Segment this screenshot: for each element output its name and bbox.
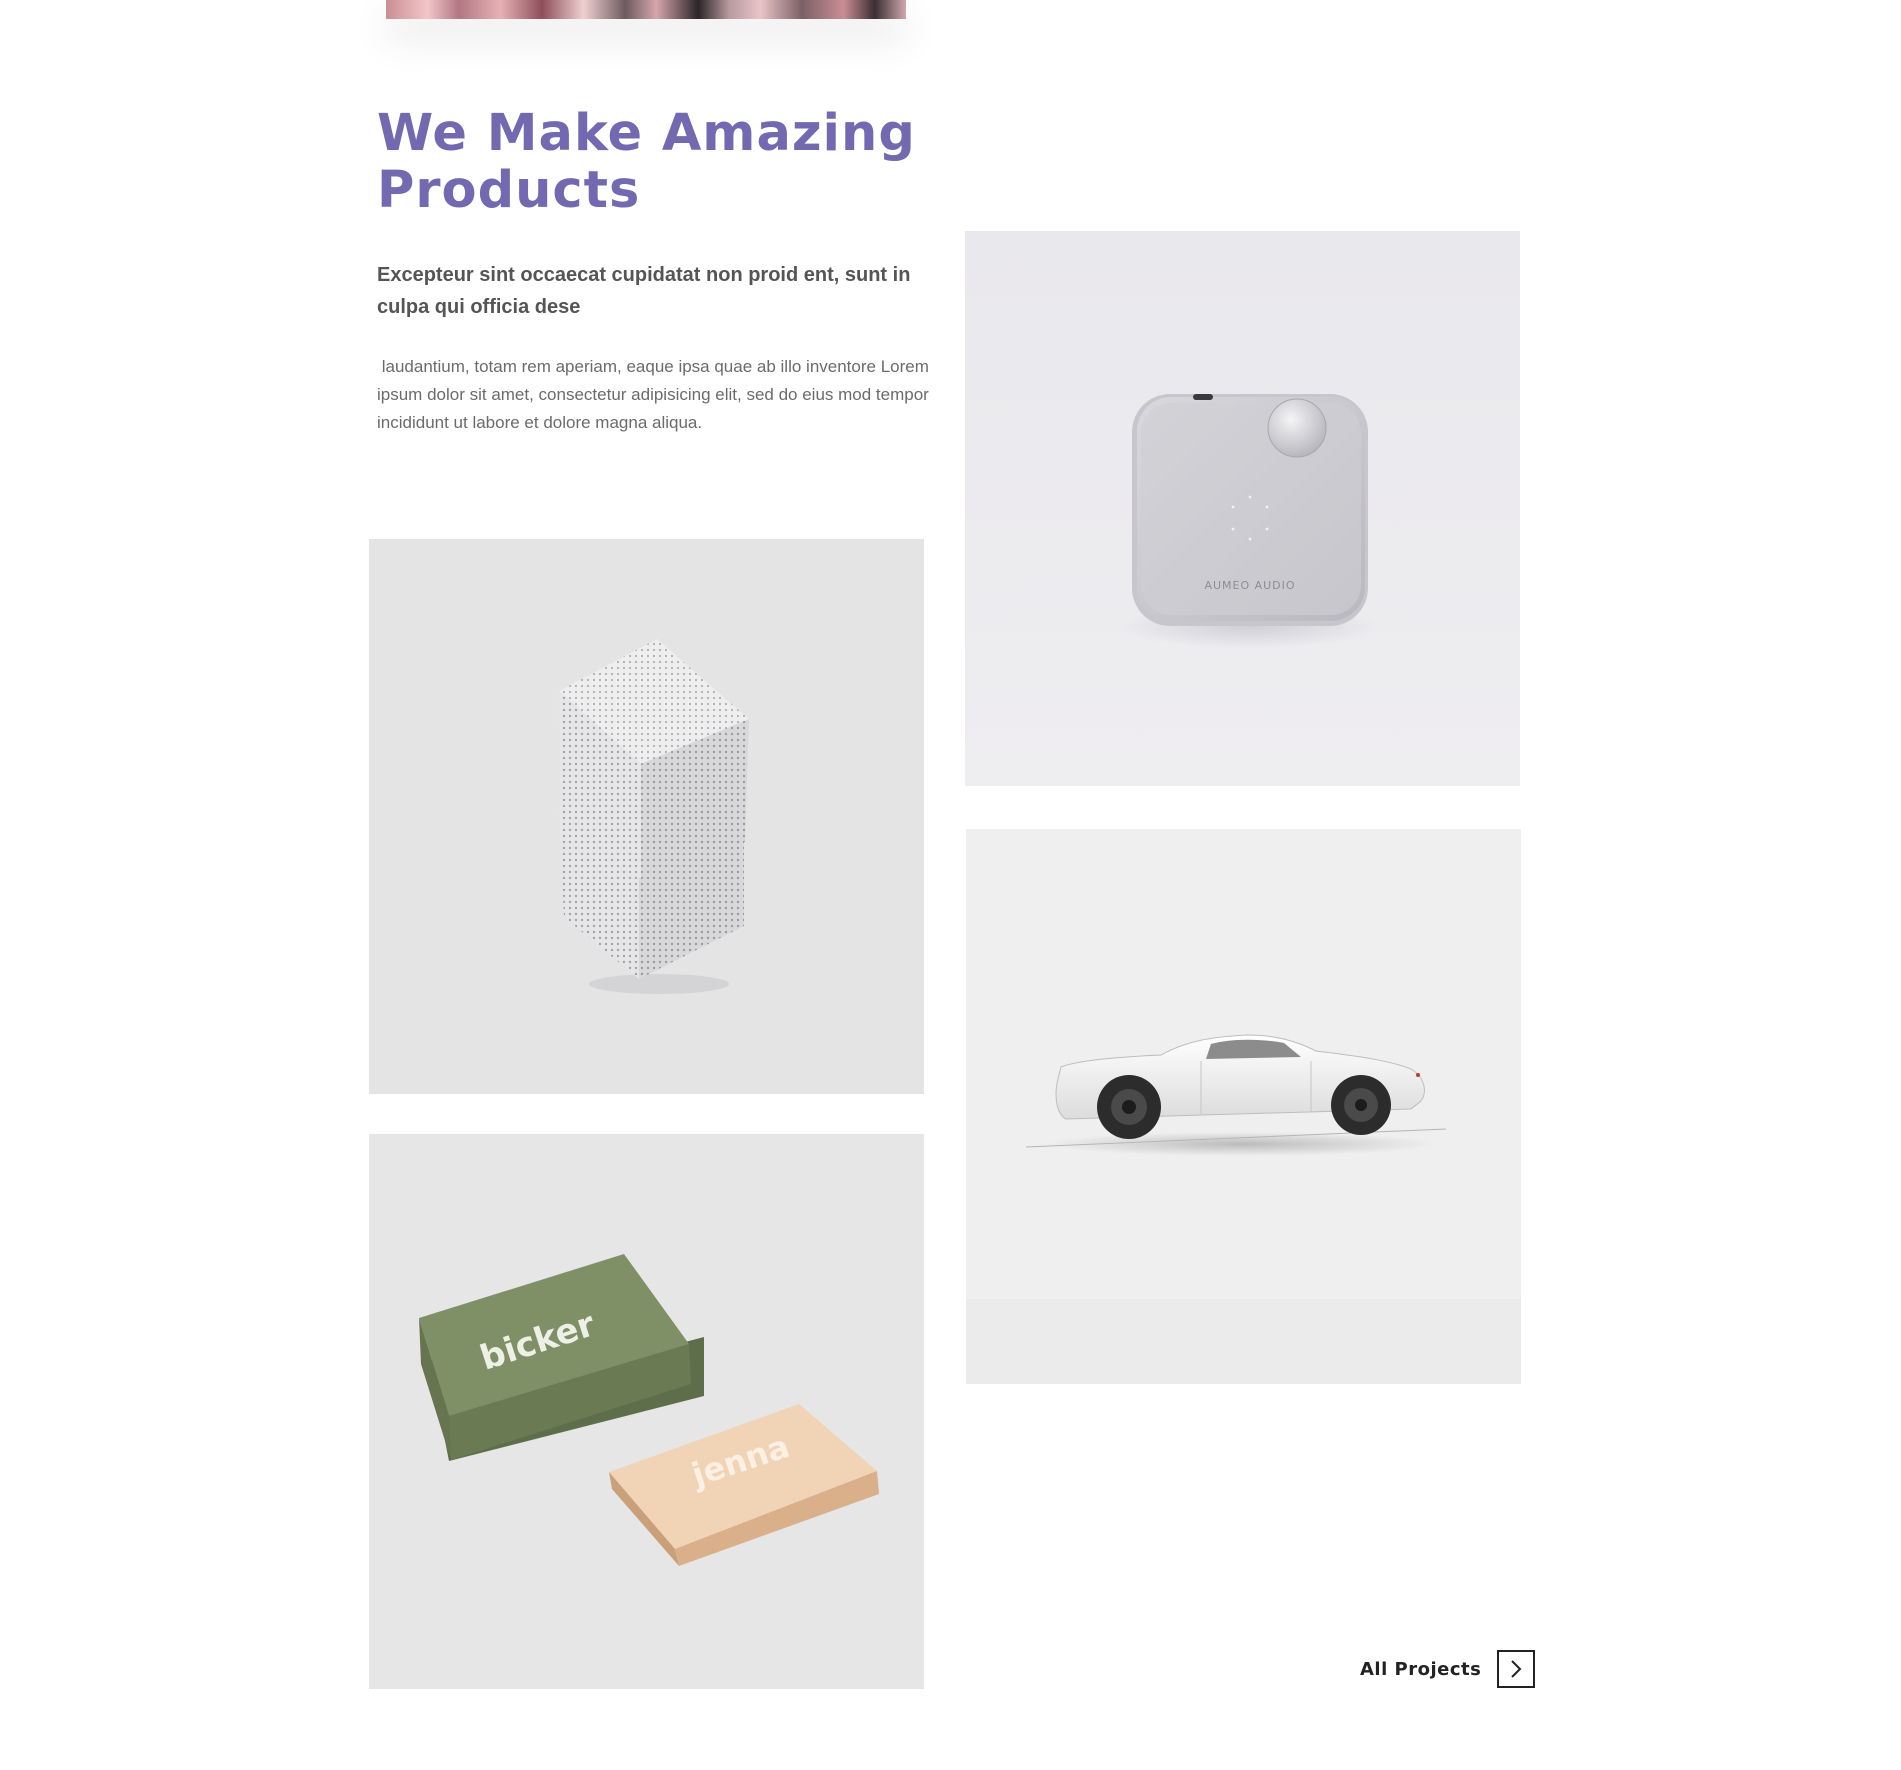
section-lead: Excepteur sint occaecat cupidatat non pr… — [377, 264, 911, 318]
project-tile-cubes[interactable] — [369, 539, 924, 1094]
perforated-cubes-image — [369, 539, 924, 1094]
section-heading: We Make Amazing Products — [377, 104, 916, 220]
project-tile-business-cards[interactable]: bicker jenna — [369, 1134, 924, 1689]
all-projects-arrow-button[interactable] — [1497, 1650, 1536, 1688]
project-tile-audio-device[interactable]: AUMEO AUDIO — [965, 231, 1520, 786]
section-body: laudantium, totam rem aperiam, eaque ips… — [377, 357, 934, 432]
audio-device-image: AUMEO AUDIO — [965, 231, 1520, 786]
chevron-right-icon — [1511, 1660, 1522, 1678]
business-cards-image: bicker jenna — [369, 1134, 924, 1689]
all-projects-link[interactable]: All Projects — [1360, 1650, 1536, 1688]
all-projects-label: All Projects — [1360, 1658, 1482, 1680]
page: We Make Amazing Products Excepteur sint … — [0, 0, 1901, 1770]
white-sports-car-image — [966, 829, 1521, 1384]
speaker-brand-text: AUMEO AUDIO — [1204, 579, 1295, 592]
top-image-strip[interactable] — [386, 0, 906, 19]
project-tile-car[interactable] — [966, 829, 1521, 1384]
